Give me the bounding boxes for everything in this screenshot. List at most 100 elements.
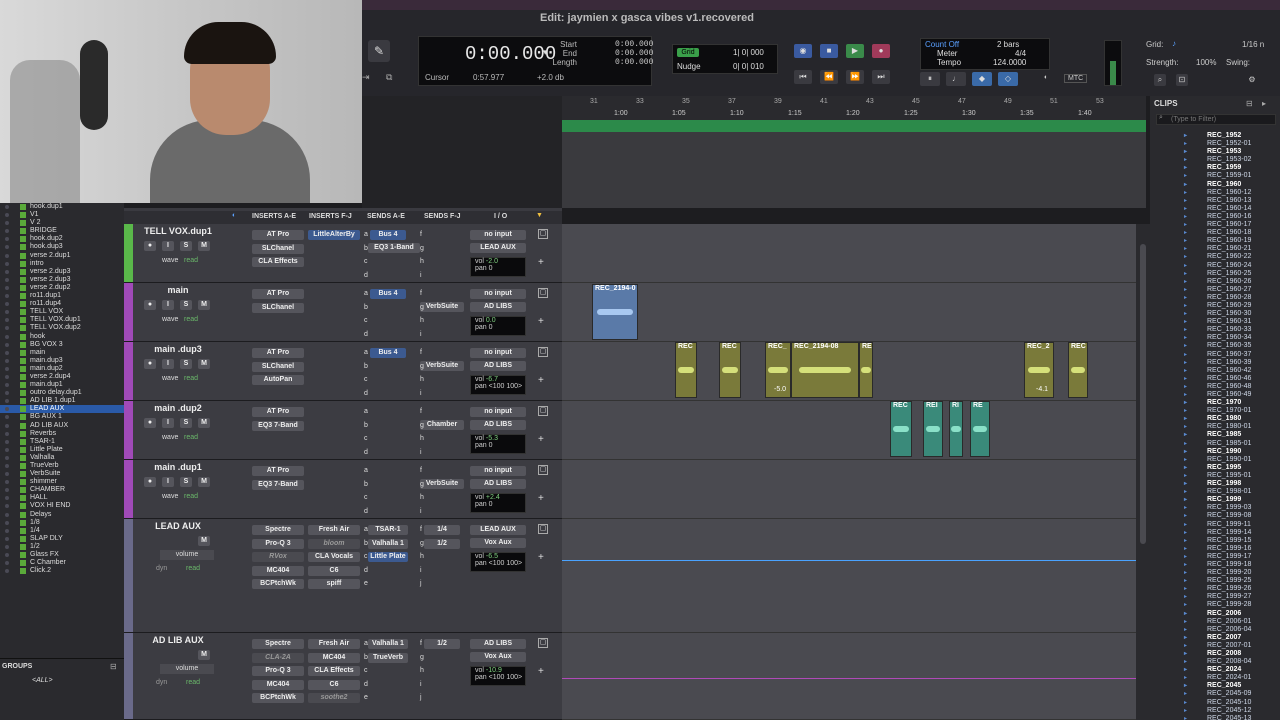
insert-slot[interactable]: Pro-Q 3: [252, 538, 304, 549]
visibility-dot-icon[interactable]: [5, 415, 9, 420]
track-menu-icon[interactable]: ▢: [538, 229, 548, 239]
automation-mode[interactable]: read: [186, 679, 200, 686]
send-slot[interactable]: Little Plate: [368, 552, 408, 562]
record-arm-button[interactable]: ●: [144, 359, 156, 369]
expand-icon[interactable]: ▸: [1184, 618, 1187, 626]
settings-gear-icon[interactable]: ⚙: [1246, 74, 1258, 86]
expand-icon[interactable]: ▸: [1184, 278, 1187, 286]
volume-pan-display[interactable]: vol -5.3 pan 0: [470, 434, 526, 454]
expand-icon[interactable]: ▸: [1184, 383, 1187, 391]
clip-list-item[interactable]: ▸ REC_1999: [1154, 496, 1280, 504]
track-lane[interactable]: [562, 283, 1136, 342]
insert-slot[interactable]: AT Pro: [252, 407, 304, 417]
insert-slot-fj[interactable]: CLA Vocals: [308, 552, 360, 562]
volume-pan-display[interactable]: vol -10.9 pan <100 100>: [470, 666, 526, 686]
expand-icon[interactable]: ▸: [1184, 270, 1187, 278]
expand-icon[interactable]: ▸: [1184, 359, 1187, 367]
visibility-dot-icon[interactable]: [5, 472, 9, 477]
clip-list-item[interactable]: ▸ REC_1999-25: [1154, 577, 1280, 585]
insert-slot[interactable]: AT Pro: [252, 230, 304, 240]
track-list-item[interactable]: VOX HI END: [0, 502, 124, 510]
visibility-dot-icon[interactable]: [5, 221, 9, 226]
clip-list-item[interactable]: ▸ REC_1960: [1154, 181, 1280, 189]
expand-icon[interactable]: ▸: [1184, 326, 1187, 334]
clip-list-item[interactable]: ▸ REC_1999-15: [1154, 537, 1280, 545]
track-header[interactable]: LEAD AUX Mvolume dyn read Spectre Pro-Q 3 RVox…: [124, 519, 562, 633]
input-selector[interactable]: no input: [470, 230, 526, 240]
clip-list-item[interactable]: ▸ REC_1960-39: [1154, 359, 1280, 367]
track-list-item[interactable]: verse 2.dup2: [0, 284, 124, 292]
group-all[interactable]: <ALL>: [32, 677, 53, 684]
record-arm-button[interactable]: ●: [144, 477, 156, 487]
automation-mode[interactable]: read: [186, 565, 200, 572]
clip-gain-value[interactable]: -4.1: [1036, 386, 1048, 393]
insert-slot-fj[interactable]: MC404: [308, 652, 360, 663]
edit-window-tracks[interactable]: REC_2194-0 REC REC REC_ REC_2194-08 RE REC_2 RE…: [562, 224, 1136, 720]
insert-slot-fj[interactable]: soothe2: [308, 693, 360, 703]
clip-list-item[interactable]: ▸ REC_1952: [1154, 132, 1280, 140]
clip-list-item[interactable]: ▸ REC_1999-11: [1154, 521, 1280, 529]
visibility-dot-icon[interactable]: [5, 310, 9, 315]
tracks-list[interactable]: hook.dup1 V1 V 2 BRIDGE hook.dup2 hook.dup3 ve…: [0, 203, 124, 658]
mtc-button[interactable]: MTC: [1064, 74, 1088, 83]
main-counter[interactable]: 0:00.000 ▾ Start End Length 0:00.000 0:0…: [418, 36, 653, 86]
track-list-item[interactable]: hook.dup2: [0, 235, 124, 243]
track-name[interactable]: main .dup1: [138, 462, 218, 472]
solo-button[interactable]: S: [180, 359, 192, 369]
pan-value[interactable]: <100 100>: [489, 383, 522, 390]
clip-list-item[interactable]: ▸ REC_1960-30: [1154, 310, 1280, 318]
volume-pan-display[interactable]: vol -2.0 pan 0: [470, 257, 526, 277]
clip-list-item[interactable]: ▸ REC_1960-12: [1154, 189, 1280, 197]
audio-clip[interactable]: REC: [719, 342, 741, 398]
track-list-item[interactable]: TELL VOX.dup1: [0, 316, 124, 324]
clip-list-item[interactable]: ▸ REC_2024-01: [1154, 674, 1280, 682]
track-list-item[interactable]: Valhalla: [0, 454, 124, 462]
visibility-dot-icon[interactable]: [5, 245, 9, 250]
expand-icon[interactable]: ▸: [1184, 423, 1187, 431]
track-list-item[interactable]: Reverbs: [0, 430, 124, 438]
visibility-dot-icon[interactable]: [5, 423, 9, 428]
audio-clip[interactable]: RE: [970, 401, 990, 457]
insert-slot-fj[interactable]: Fresh Air: [308, 639, 360, 649]
automation-mode[interactable]: read: [184, 257, 198, 264]
visibility-dot-icon[interactable]: [5, 455, 9, 460]
visibility-dot-icon[interactable]: [5, 383, 9, 388]
clip-gain-value[interactable]: -5.0: [774, 386, 786, 393]
track-menu-icon[interactable]: ▢: [538, 524, 548, 534]
volume-value[interactable]: 0.0: [486, 317, 496, 324]
visibility-dot-icon[interactable]: [5, 294, 9, 299]
track-list-item[interactable]: V 2: [0, 219, 124, 227]
output-selector[interactable]: AD LIBS: [470, 302, 526, 312]
insert-slot[interactable]: Spectre: [252, 639, 304, 649]
clip-list-item[interactable]: ▸ REC_1998: [1154, 480, 1280, 488]
expand-icon[interactable]: ▸: [1184, 440, 1187, 448]
expand-icon[interactable]: ▸: [1184, 690, 1187, 698]
track-list-item[interactable]: main.dup3: [0, 357, 124, 365]
expand-icon[interactable]: ▸: [1184, 610, 1187, 618]
expand-icon[interactable]: ▸: [1184, 472, 1187, 480]
output-selector[interactable]: AD LIBS: [470, 420, 526, 430]
visibility-dot-icon[interactable]: [5, 439, 9, 444]
expand-icon[interactable]: ▸: [1184, 164, 1187, 172]
clip-list-item[interactable]: ▸ REC_1952-01: [1154, 140, 1280, 148]
mute-button[interactable]: M: [198, 241, 210, 251]
visibility-dot-icon[interactable]: [5, 318, 9, 323]
visibility-dot-icon[interactable]: [5, 269, 9, 274]
visibility-dot-icon[interactable]: [5, 342, 9, 347]
countoff-icon[interactable]: ◇: [998, 72, 1018, 86]
clips-menu-icon[interactable]: ⊟: [1246, 99, 1253, 108]
pause-icon[interactable]: ⏸: [920, 72, 940, 86]
track-list-item[interactable]: verse 2.dup4: [0, 373, 124, 381]
track-list-item[interactable]: Glass FX: [0, 551, 124, 559]
pan-value[interactable]: <100 100>: [489, 674, 522, 681]
insert-slot[interactable]: SLChanel: [252, 361, 304, 372]
expand-icon[interactable]: ▸: [1184, 302, 1187, 310]
visibility-dot-icon[interactable]: [5, 285, 9, 290]
expand-icon[interactable]: ▸: [1184, 407, 1187, 415]
mute-button[interactable]: M: [198, 477, 210, 487]
clip-list-item[interactable]: ▸ REC_1960-34: [1154, 334, 1280, 342]
volume-value[interactable]: -6.7: [486, 376, 498, 383]
clip-list-item[interactable]: ▸ REC_1960-19: [1154, 237, 1280, 245]
clip-list-item[interactable]: ▸ REC_1960-48: [1154, 383, 1280, 391]
clip-list-item[interactable]: ▸ REC_1995-01: [1154, 472, 1280, 480]
